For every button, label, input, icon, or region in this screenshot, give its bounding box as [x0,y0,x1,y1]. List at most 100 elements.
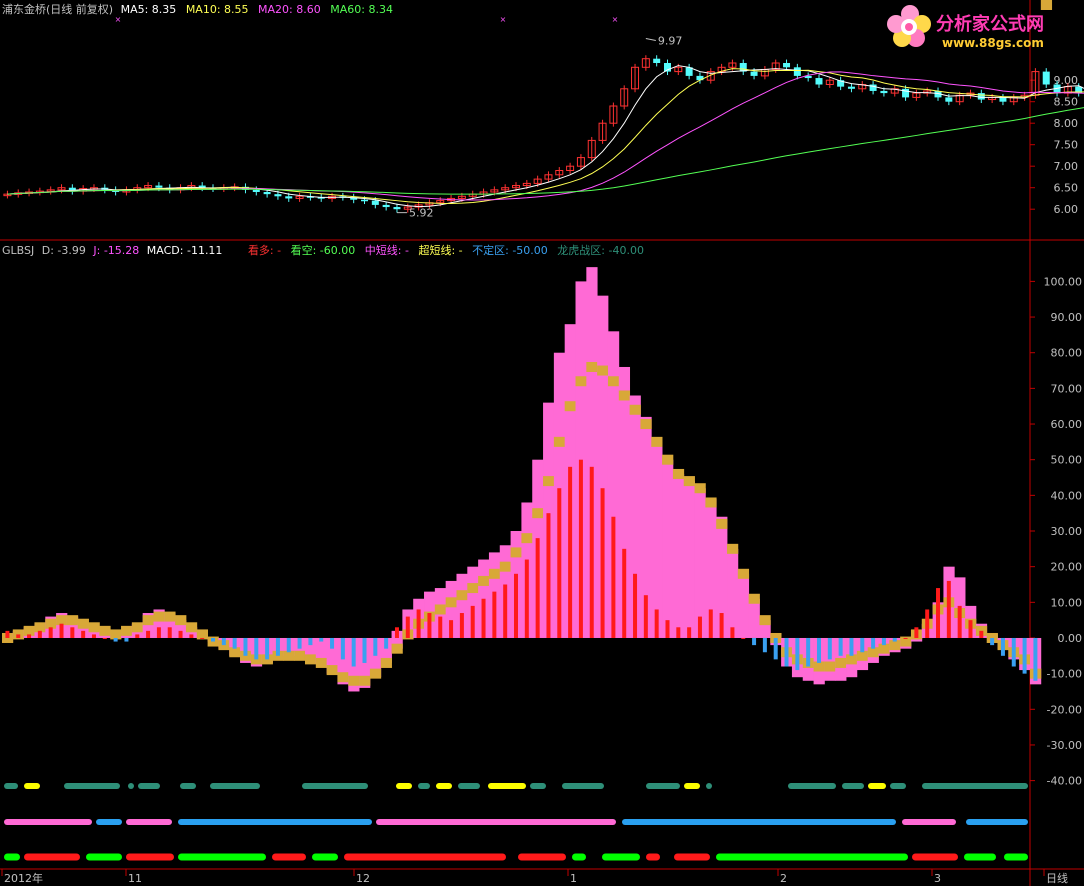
candle-body [653,58,661,63]
macd-bar [589,466,594,638]
signal-row-buysell [674,853,710,861]
indicator-tick-label: 30.00 [1051,525,1083,538]
macd-bar [925,609,930,638]
d-line-band [369,668,382,679]
indicator-tick-label: 50.00 [1051,454,1083,467]
macd-bar [514,573,518,638]
d-line-band [142,615,154,626]
candle-body [880,90,888,94]
annotation-label: 9.97 [658,34,683,47]
macd-bar [1000,637,1005,656]
indicator-tick-label: 100.00 [1044,275,1083,288]
macd-bar [503,584,508,638]
d-line-band [651,436,663,447]
macd-bar [470,605,475,638]
macd-bar [362,637,367,663]
macd-bar [697,616,702,638]
signal-row-battle [562,783,604,789]
signal-row-battle [4,783,18,789]
marker-icon: × [500,15,507,24]
candle-body [815,78,823,85]
macd-bar [752,637,757,646]
time-tick-label: 日线 [1046,871,1068,885]
kdj-area-band [694,488,706,638]
candle-body [945,97,953,102]
signal-row-buysell [312,853,338,861]
candle-body [793,67,801,76]
signal-row-battle [458,783,480,789]
macd-bar [838,637,843,656]
d-line-band [532,508,544,519]
macd-bar [243,637,248,656]
macd-bar [405,616,410,638]
kdj-area-band [651,441,663,638]
macd-bar [622,548,627,638]
signal-row-trend [902,819,956,825]
signal-row-battle [530,783,546,789]
macd-bar [957,605,962,638]
macd-bar [578,459,583,638]
signal-row-trend [622,819,896,825]
d-line-band [326,665,338,676]
indicator-tick-label: 80.00 [1051,347,1083,360]
signal-row-buysell [602,853,640,861]
signal-row-buysell [344,853,506,861]
candle-body [977,93,985,100]
d-line-band [88,622,100,633]
signal-row-buysell [126,853,174,861]
signal-row-battle [210,783,260,789]
macd-bar [449,620,454,638]
signal-row-trend [178,819,372,825]
macd-bar [806,637,811,667]
signal-row-buysell [1004,853,1028,861]
d-line-band [835,657,847,668]
signal-row-battle [842,783,864,789]
macd-bar [167,627,172,638]
d-line-band [185,622,198,633]
indicator-tick-label: 40.00 [1051,489,1083,502]
macd-bar [1033,637,1038,681]
macd-bar [156,627,161,638]
macd-bar [59,623,64,638]
d-line-band [66,615,79,626]
d-line-band [77,618,89,629]
kdj-area-band [748,598,760,638]
macd-bar [200,637,205,639]
macd-bar [189,634,194,638]
signal-row-trend [966,819,1028,825]
macd-bar [611,516,616,638]
macd-bar [5,630,10,638]
macd-bar [903,637,908,639]
signal-row-battle [436,783,452,789]
macd-bar [286,637,291,653]
d-line-band [110,629,122,640]
signal-row-battle [138,783,160,789]
d-line-band [348,675,360,686]
signal-row-battle [646,783,680,789]
indicator-tick-label: 10.00 [1051,596,1083,609]
d-line-band [683,476,695,487]
macd-bar [492,591,497,638]
macd-bar [568,466,573,638]
candle-body [155,185,163,188]
d-line-band [380,657,392,668]
candle-body [274,194,282,197]
signal-row-buysell [4,853,20,861]
d-line-band [294,650,306,661]
d-line-band [716,518,728,529]
signal-row-battle [488,783,526,789]
d-line-band [164,611,176,622]
d-line-band [846,654,858,665]
signal-row-buysell [716,853,908,861]
macd-bar [687,627,692,638]
d-line-band [597,365,609,376]
d-line-band [478,575,490,586]
signal-row-battle [868,783,886,789]
signal-row-buysell [24,853,80,861]
annotation-leader [645,37,656,41]
signal-row-buysell [86,853,122,861]
macd-bar [27,634,32,638]
annotation-label: 5.92 [409,207,434,220]
macd-bar [1011,637,1016,667]
signal-row-battle [24,783,40,789]
